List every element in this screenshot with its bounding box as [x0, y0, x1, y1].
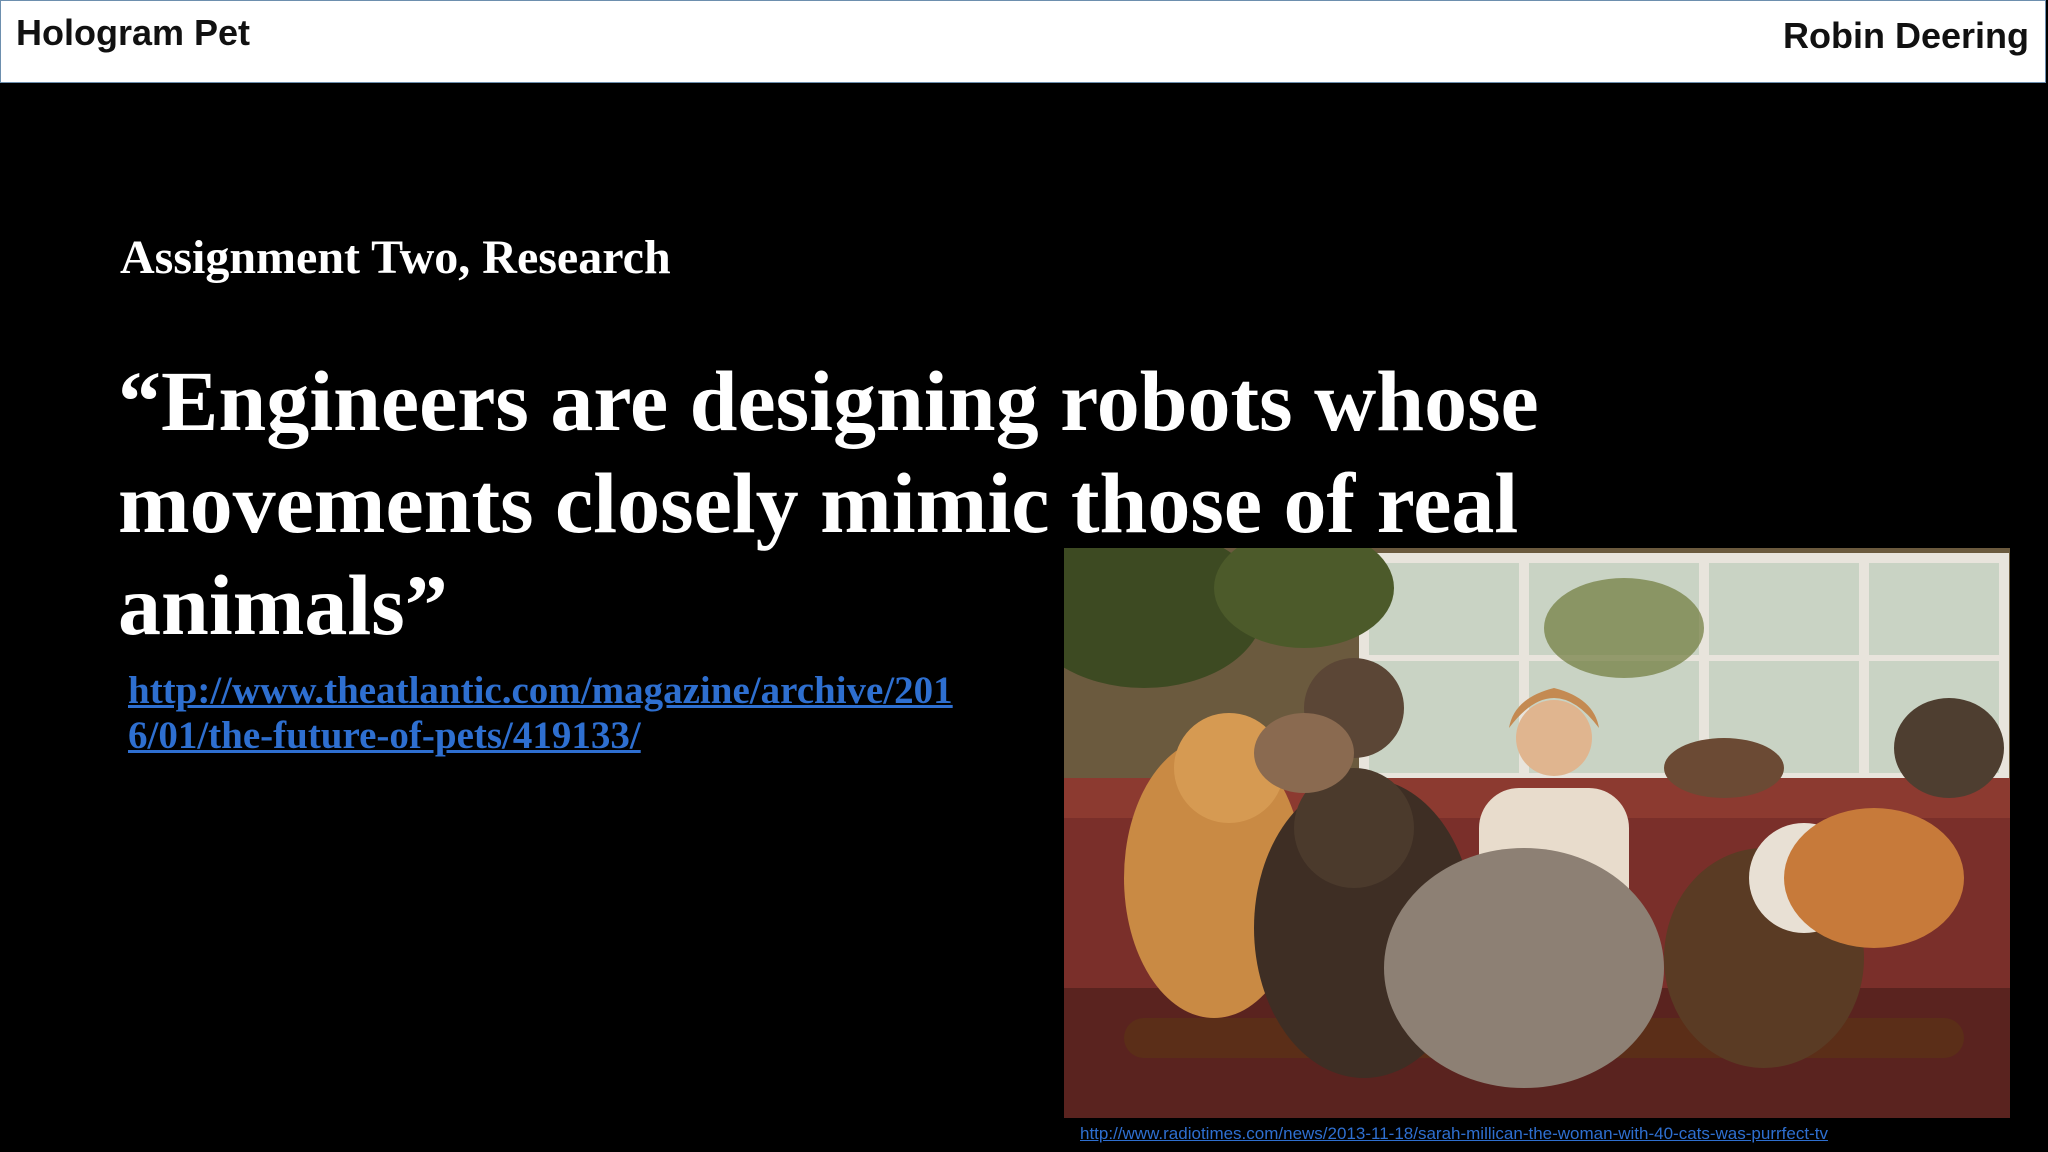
- source-link[interactable]: http://www.theatlantic.com/magazine/arch…: [128, 668, 968, 758]
- photo-credit-link[interactable]: http://www.radiotimes.com/news/2013-11-1…: [1080, 1124, 2020, 1144]
- author-name: Robin Deering: [1782, 15, 2029, 56]
- presentation-title: Hologram Pet: [16, 12, 251, 53]
- slide-subtitle: Assignment Two, Research: [120, 231, 671, 284]
- cats-photo: [1064, 548, 2010, 1118]
- title-bar: Hologram Pet Robin Deering: [0, 0, 2046, 83]
- photo-illustration: [1064, 548, 2010, 1118]
